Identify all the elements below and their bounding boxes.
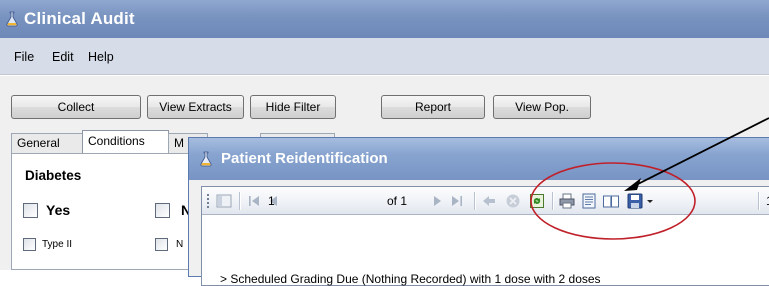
toolbar-separator xyxy=(474,192,475,210)
toolbar-grip[interactable] xyxy=(206,193,210,209)
menu-edit[interactable]: Edit xyxy=(52,50,74,64)
type2-checkbox[interactable] xyxy=(23,238,36,251)
col2-checkbox[interactable] xyxy=(155,203,170,218)
back-icon[interactable] xyxy=(480,192,498,210)
window-title: Clinical Audit xyxy=(24,9,135,28)
flask-icon xyxy=(6,11,18,27)
report-toolbar: 1 of 1 xyxy=(202,187,769,215)
toolbar-separator xyxy=(239,192,240,210)
tab-conditions[interactable]: Conditions xyxy=(82,130,169,154)
hide-filter-button[interactable]: Hide Filter xyxy=(250,95,336,119)
refresh-icon[interactable] xyxy=(528,192,546,210)
stop-icon[interactable] xyxy=(504,192,522,210)
collect-button[interactable]: Collect xyxy=(11,95,141,119)
export-icon[interactable] xyxy=(626,192,644,210)
patient-reidentification-dialog: Patient Reidentification 1 of 1 > Schedu… xyxy=(188,137,769,286)
view-extracts-button[interactable]: View Extracts xyxy=(147,95,244,119)
dialog-title: Patient Reidentification xyxy=(221,150,388,167)
menu-file[interactable]: File xyxy=(14,50,34,64)
page-number-input[interactable]: 1 xyxy=(258,192,370,210)
report-viewer: 1 of 1 > Scheduled Grading Due (Nothing … xyxy=(201,186,769,286)
page-count: of 1 xyxy=(387,194,408,208)
tab-general[interactable]: General xyxy=(11,133,83,153)
last-page-icon[interactable] xyxy=(448,192,466,210)
view-pop-button[interactable]: View Pop. xyxy=(493,95,591,119)
flask-icon xyxy=(200,151,212,167)
toggle-tree-icon[interactable] xyxy=(215,192,233,210)
page-setup-icon[interactable] xyxy=(602,192,620,210)
yes-checkbox[interactable] xyxy=(23,203,38,218)
main-titlebar: Clinical Audit xyxy=(0,0,769,38)
chevron-down-icon[interactable] xyxy=(645,192,655,210)
col2-row2-checkbox[interactable] xyxy=(155,238,168,251)
menu-bar: File Edit Help xyxy=(0,38,769,75)
report-button[interactable]: Report xyxy=(381,95,485,119)
dialog-titlebar[interactable]: Patient Reidentification xyxy=(189,138,769,180)
print-layout-icon[interactable] xyxy=(580,192,598,210)
print-icon[interactable] xyxy=(558,192,576,210)
col2-row2-label: N xyxy=(176,239,184,250)
section-title: Diabetes xyxy=(25,168,82,183)
type2-label: Type II xyxy=(42,239,73,250)
toolbar-separator xyxy=(552,192,553,210)
next-page-icon[interactable] xyxy=(428,192,446,210)
report-text: > Scheduled Grading Due (Nothing Recorde… xyxy=(220,272,601,286)
toolbar-separator xyxy=(758,192,759,210)
yes-label: Yes xyxy=(46,202,71,218)
menu-help[interactable]: Help xyxy=(88,50,114,64)
